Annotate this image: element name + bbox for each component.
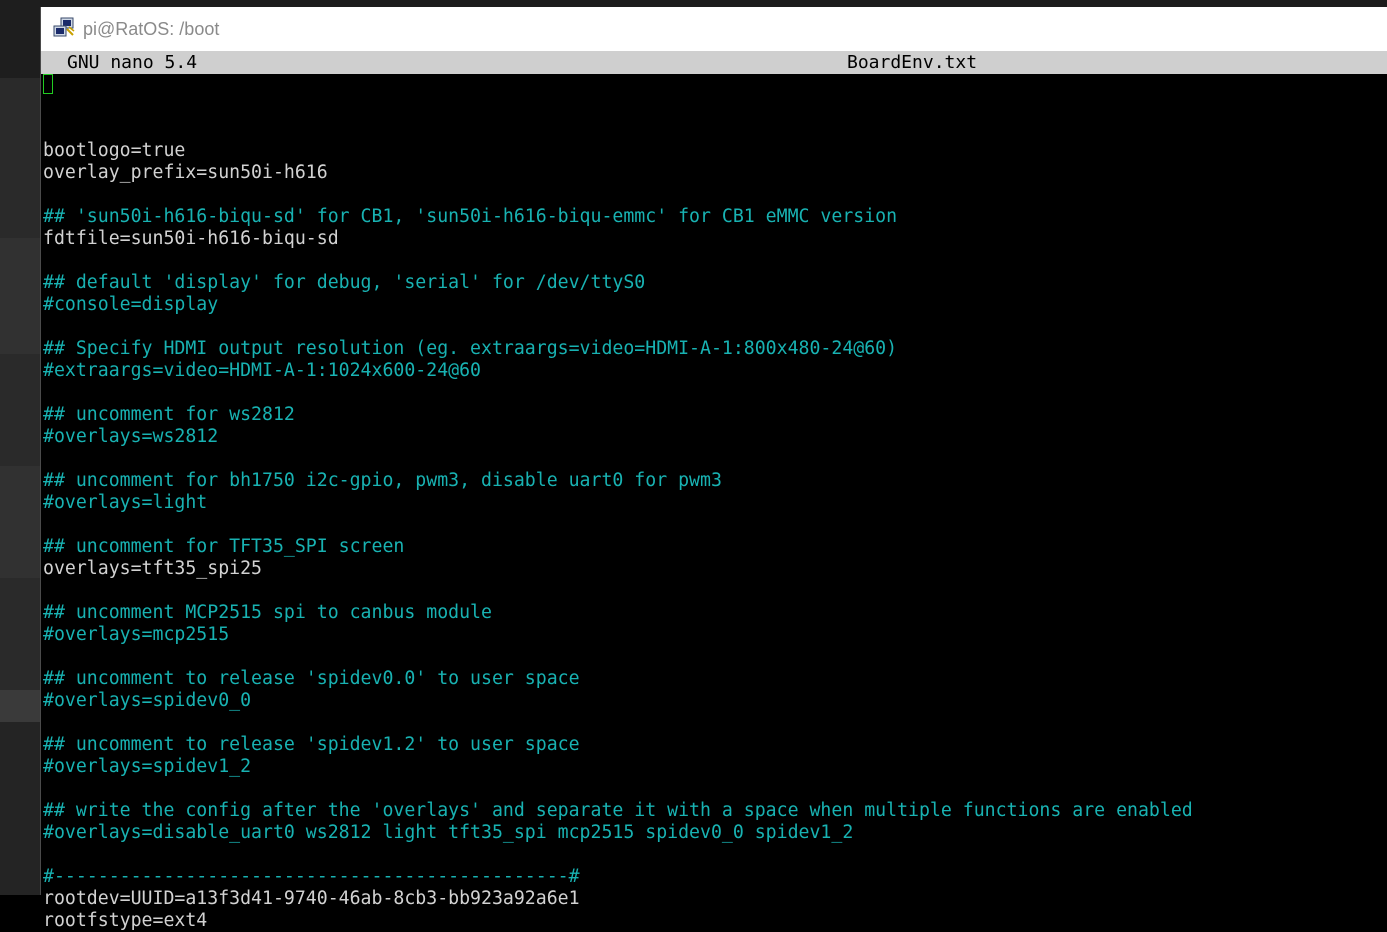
desktop-band bbox=[0, 354, 40, 466]
editor-line: ## uncomment to release 'spidev0.0' to u… bbox=[43, 668, 580, 689]
editor-line: ## uncomment for bh1750 i2c-gpio, pwm3, … bbox=[43, 470, 722, 491]
desktop-band bbox=[0, 238, 40, 354]
editor-line: bootlogo=true bbox=[43, 140, 186, 161]
editor-line: rootdev=UUID=a13f3d41-9740-46ab-8cb3-bb9… bbox=[43, 888, 580, 909]
nano-version-label: GNU nano 5.4 bbox=[67, 52, 198, 73]
text-cursor bbox=[43, 74, 53, 94]
editor-line: #---------------------------------------… bbox=[43, 866, 580, 887]
editor-line: #overlays=disable_uart0 ws2812 light tft… bbox=[43, 822, 854, 843]
desktop-background-strip bbox=[0, 0, 40, 895]
window-title: pi@RatOS: /boot bbox=[83, 19, 220, 39]
editor-line: #extraargs=video=HDMI-A-1:1024x600-24@60 bbox=[43, 360, 481, 381]
editor-line: ## uncomment for TFT35_SPI screen bbox=[43, 536, 405, 557]
editor-line: #console=display bbox=[43, 294, 219, 315]
editor-text-area[interactable]: bootlogo=true overlay_prefix=sun50i-h616 #… bbox=[43, 74, 1383, 932]
desktop-band bbox=[0, 690, 40, 722]
desktop-band bbox=[0, 722, 40, 895]
editor-line: ## 'sun50i-h616-biqu-sd' for CB1, 'sun50… bbox=[43, 206, 898, 227]
terminal-window[interactable]: pi@RatOS: /boot GNU nano 5.4 BoardEnv.tx… bbox=[40, 7, 1387, 931]
nano-header-bar: GNU nano 5.4 BoardEnv.txt bbox=[41, 52, 1387, 74]
editor-line: #overlays=light bbox=[43, 492, 208, 513]
editor-line: #overlays=spidev0_0 bbox=[43, 690, 252, 711]
editor-line: fdtfile=sun50i-h616-biqu-sd bbox=[43, 228, 339, 249]
editor-line: #overlays=ws2812 bbox=[43, 426, 219, 447]
window-titlebar[interactable]: pi@RatOS: /boot bbox=[41, 7, 1387, 52]
desktop-top-strip bbox=[40, 0, 1387, 7]
editor-line: overlays=tft35_spi25 bbox=[43, 558, 262, 579]
editor-line: ## default 'display' for debug, 'serial'… bbox=[43, 272, 646, 293]
editor-line: ## uncomment for ws2812 bbox=[43, 404, 295, 425]
nano-filename-label: BoardEnv.txt bbox=[847, 52, 978, 73]
editor-line: ## uncomment to release 'spidev1.2' to u… bbox=[43, 734, 580, 755]
editor-line: ## write the config after the 'overlays'… bbox=[43, 800, 1193, 821]
desktop-band bbox=[0, 0, 40, 78]
putty-icon[interactable] bbox=[53, 17, 75, 39]
editor-line: ## Specify HDMI output resolution (eg. e… bbox=[43, 338, 898, 359]
desktop-band bbox=[0, 466, 40, 578]
desktop-band bbox=[0, 78, 40, 238]
editor-line: #overlays=mcp2515 bbox=[43, 624, 230, 645]
editor-line: rootfstype=ext4 bbox=[43, 910, 208, 931]
editor-line: #overlays=spidev1_2 bbox=[43, 756, 252, 777]
editor-line: overlay_prefix=sun50i-h616 bbox=[43, 162, 328, 183]
desktop-band bbox=[0, 578, 40, 690]
editor-line: ## uncomment MCP2515 spi to canbus modul… bbox=[43, 602, 492, 623]
